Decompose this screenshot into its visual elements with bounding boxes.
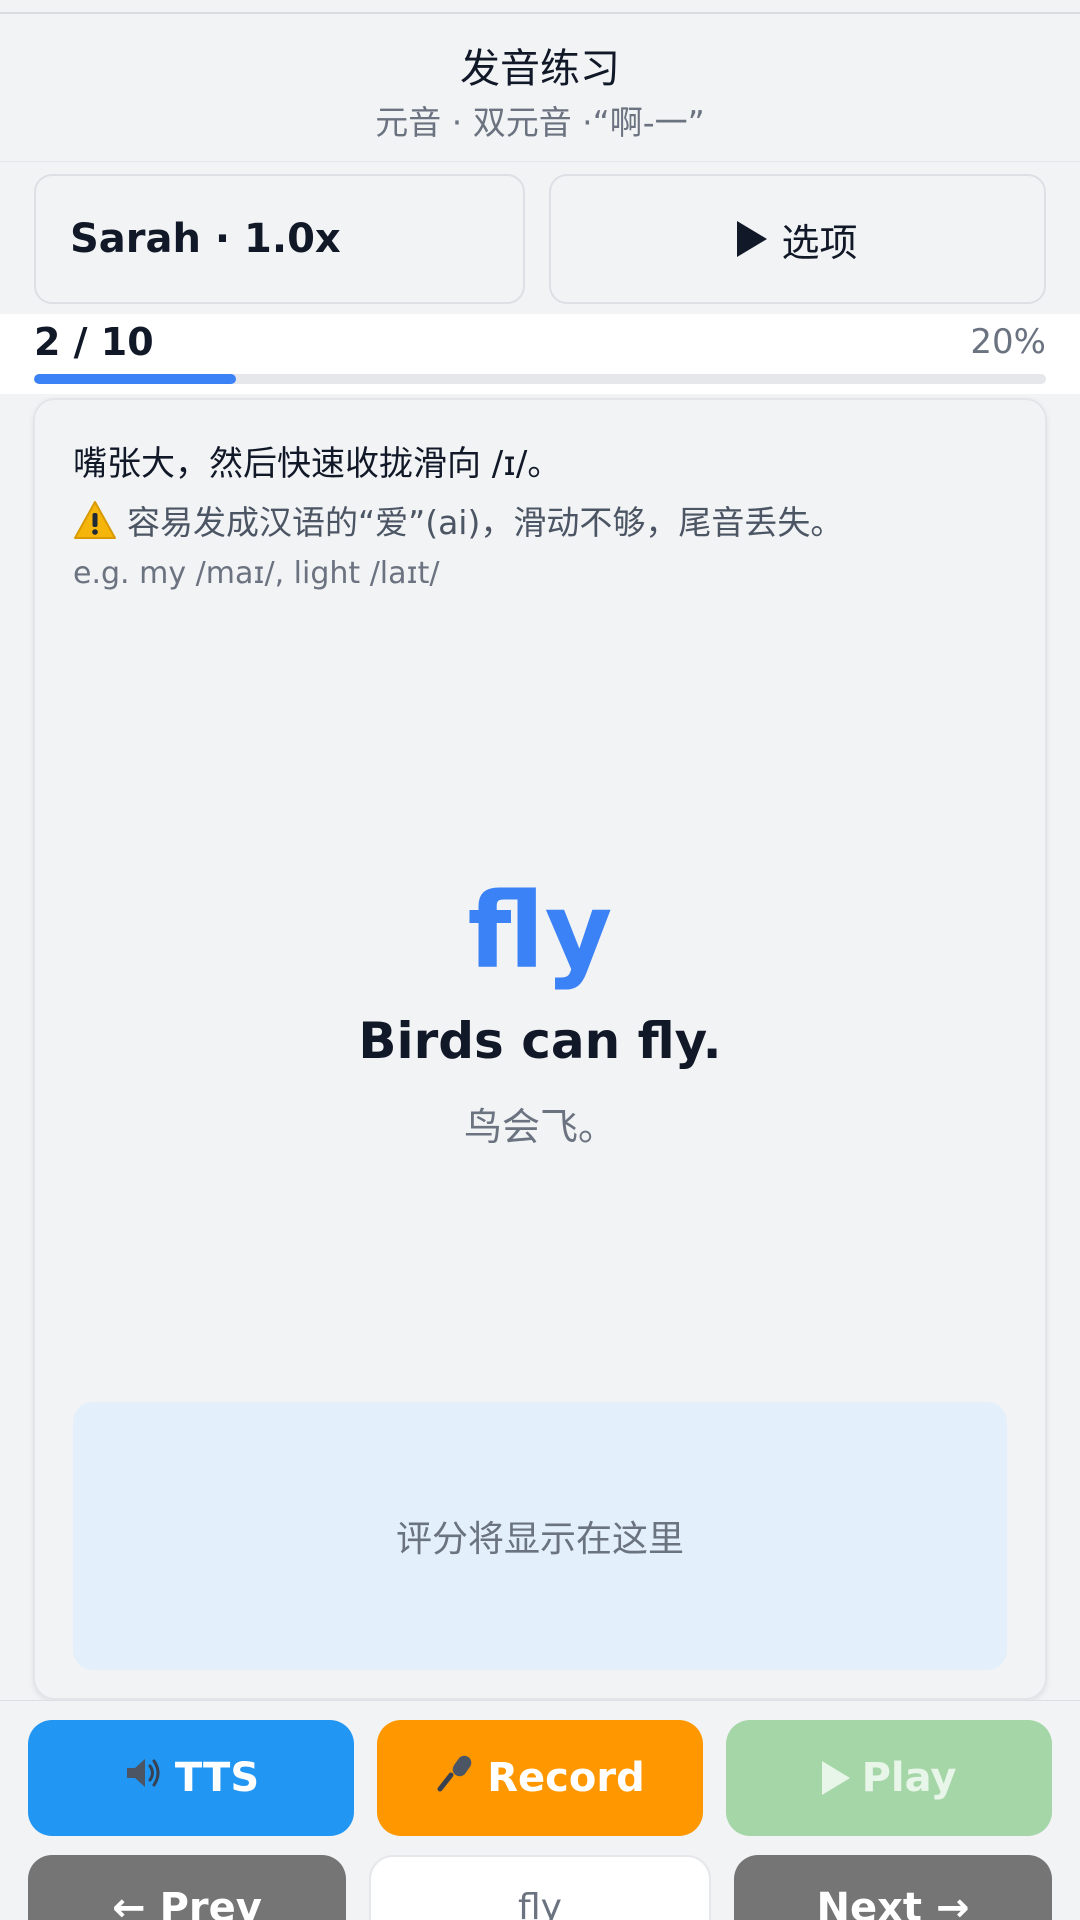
- page-title: 发音练习: [460, 46, 620, 92]
- controls-row: Sarah · 1.0x 选项: [0, 162, 1080, 314]
- warning-icon: [73, 500, 117, 540]
- page-subtitle: 元音 · 双元音 ·“啊-一”: [375, 103, 705, 142]
- score-panel: 评分将显示在这里: [73, 1402, 1007, 1670]
- options-label: 选项: [781, 220, 858, 265]
- sentence-translation: 鸟会飞。: [463, 1105, 616, 1149]
- play-icon: [737, 221, 768, 257]
- target-word: fly: [467, 870, 613, 992]
- tts-button[interactable]: TTS: [28, 1720, 354, 1836]
- play-button[interactable]: Play: [726, 1720, 1052, 1836]
- progress-bar: [34, 374, 1046, 384]
- voice-speed-selector[interactable]: Sarah · 1.0x: [34, 174, 525, 304]
- progress-bar-fill: [34, 374, 237, 384]
- top-divider: [0, 0, 1080, 14]
- bottom-toolbar: TTS Record Play ← Prev fly Next →: [0, 1700, 1080, 1920]
- next-button[interactable]: Next →: [734, 1855, 1052, 1920]
- record-button[interactable]: Record: [377, 1720, 703, 1836]
- speaker-icon: [123, 1753, 163, 1803]
- play-label: Play: [861, 1755, 957, 1801]
- prev-button[interactable]: ← Prev: [28, 1855, 346, 1920]
- progress-section: 2 / 10 20%: [0, 314, 1080, 394]
- header: 发音练习 元音 · 双元音 ·“啊-一”: [0, 14, 1080, 162]
- tts-label: TTS: [174, 1755, 260, 1801]
- practice-card: 嘴张大，然后快速收拢滑向 /ɪ/。 容易发成汉语的“爱”(ai)，滑动不够，尾音…: [33, 398, 1047, 1700]
- word-input[interactable]: fly: [369, 1855, 711, 1920]
- progress-count: 2 / 10: [34, 320, 154, 364]
- example-words: e.g. my /maɪ/, light /laɪt/: [73, 556, 440, 591]
- example-sentence: Birds can fly.: [358, 1012, 722, 1070]
- options-button[interactable]: 选项: [549, 174, 1046, 304]
- common-mistake: 容易发成汉语的“爱”(ai)，滑动不够，尾音丢失。: [73, 496, 843, 544]
- record-label: Record: [487, 1755, 645, 1801]
- practice-screen: 发音练习 元音 · 双元音 ·“啊-一” Sarah · 1.0x 选项 2 /…: [0, 0, 1080, 1920]
- warning-text: 容易发成汉语的“爱”(ai)，滑动不够，尾音丢失。: [127, 503, 844, 542]
- articulation-tip: 嘴张大，然后快速收拢滑向 /ɪ/。: [73, 444, 562, 484]
- play-icon: [821, 1761, 850, 1795]
- progress-percent: 20%: [970, 322, 1046, 362]
- microphone-icon: [435, 1753, 475, 1803]
